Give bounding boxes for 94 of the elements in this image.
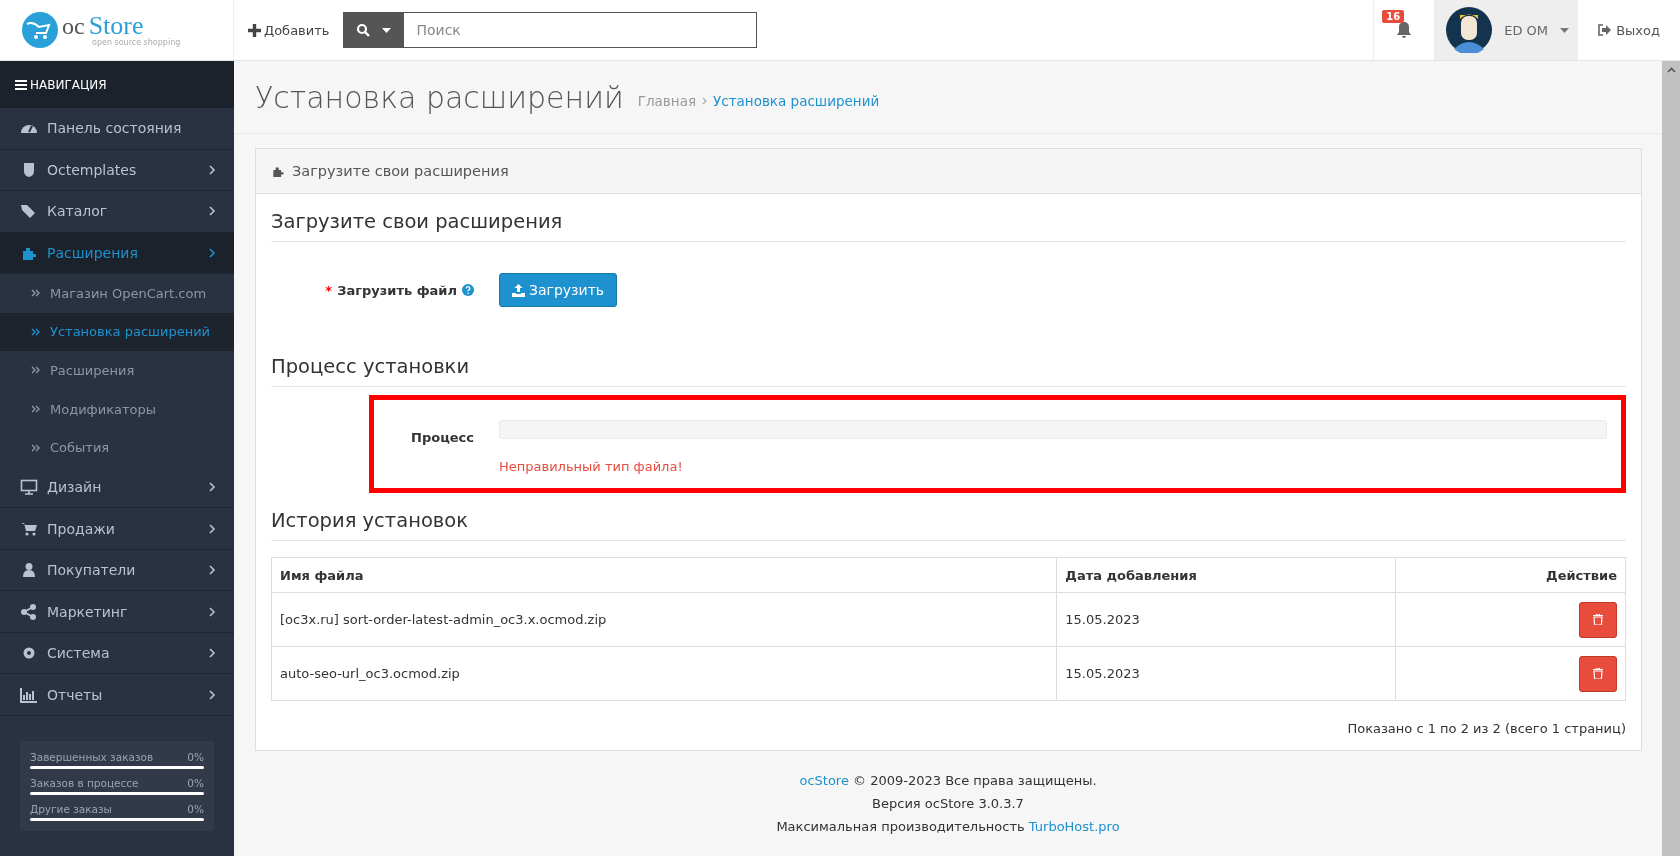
breadcrumb-separator-icon: [702, 97, 708, 105]
chevron-right-icon: [209, 565, 216, 576]
sidebar-subitem[interactable]: Расширения: [0, 351, 234, 390]
footer-link[interactable]: TurboHost.pro: [1028, 819, 1120, 834]
bell-icon: [1396, 21, 1413, 39]
sign-out-icon: [1598, 24, 1612, 36]
sidebar-item[interactable]: Система: [0, 632, 234, 675]
navigation-heading: НАВИГАЦИЯ: [0, 61, 234, 108]
stat-reading: 0%: [187, 776, 204, 789]
copyright-text: © 2009-2023 Все права защищены.: [853, 773, 1097, 788]
logo-cart-icon: [22, 12, 58, 48]
logo-tagline: open source shopping: [92, 39, 181, 47]
version-text: Версия ocStore 3.0.3.7: [871, 795, 1025, 813]
sidebar-item[interactable]: Расширения: [0, 232, 234, 274]
sidebar-item[interactable]: Покупатели: [0, 549, 234, 592]
user-menu[interactable]: ED OM: [1434, 0, 1579, 60]
share-icon: [20, 603, 38, 620]
double-chevron-icon: [31, 366, 40, 375]
tags-icon: [20, 203, 38, 220]
add-button[interactable]: Добавить: [244, 16, 334, 44]
sidebar-subitem[interactable]: Модификаторы: [0, 389, 234, 429]
chevron-right-icon: [209, 164, 216, 175]
monitor-icon: [20, 479, 38, 496]
breadcrumb-link[interactable]: Главная: [637, 93, 697, 109]
plus-icon: [248, 23, 261, 37]
sidebar-subitem[interactable]: События: [0, 428, 234, 467]
logo-text: Store: [88, 11, 144, 40]
stat-label: Завершенных заказов: [30, 750, 154, 763]
field-label: Процесс: [410, 429, 474, 447]
table-cell: [oc3x.ru] sort-order-latest-admin_oc3.x.ocmod.zip: [271, 592, 1057, 647]
help-icon[interactable]: [462, 284, 474, 296]
caret-icon: [381, 27, 391, 33]
search-icon: [355, 23, 370, 37]
column-header: Дата добавления: [1056, 557, 1396, 593]
search-field[interactable]: Поиск: [403, 12, 758, 48]
double-chevron-icon: [31, 289, 40, 298]
breadcrumb-link[interactable]: Установка расширений: [713, 93, 880, 109]
double-chevron-icon: [31, 443, 40, 452]
table-cell: 15.05.2023: [1056, 592, 1396, 647]
column-header: Имя файла: [271, 557, 1057, 593]
double-chevron-icon: [31, 327, 40, 336]
chevron-right-icon: [209, 689, 216, 700]
sidebar-subitem[interactable]: Установка расширений: [0, 312, 234, 352]
delete-button[interactable]: [1579, 655, 1617, 692]
scrollbar[interactable]: [1662, 61, 1680, 856]
page-title: Установка расширений: [255, 79, 624, 115]
chevron-right-icon: [209, 523, 216, 534]
stat-label: Другие заказы: [30, 802, 112, 815]
required-mark: *: [325, 282, 333, 298]
section-title: Процесс установки: [271, 355, 1626, 387]
avatar-silhouette-icon: [1446, 7, 1493, 53]
table-cell: auto-seo-url_oc3.ocmod.zip: [271, 646, 1057, 701]
scroll-up-icon[interactable]: [1666, 67, 1676, 73]
upload-icon: [512, 283, 525, 297]
trash-icon: [1593, 668, 1603, 679]
chevron-right-icon: [209, 247, 216, 258]
footer-text: Максимальная производительность: [776, 819, 1025, 834]
logo-text: oc: [62, 13, 85, 39]
sidebar-item[interactable]: Дизайн: [0, 466, 234, 509]
search-type-button[interactable]: [343, 12, 404, 48]
user-icon: [20, 562, 38, 579]
sidebar-subitem[interactable]: Магазин OpenCart.com: [0, 274, 234, 313]
double-chevron-icon: [31, 405, 40, 414]
trash-icon: [1593, 614, 1603, 625]
chevron-right-icon: [209, 606, 216, 617]
chevron-right-icon: [209, 206, 216, 217]
menu-icon: [15, 79, 27, 90]
stat-reading: 0%: [187, 802, 204, 815]
sidebar-item[interactable]: Octemplates: [0, 149, 234, 191]
logout-button[interactable]: Выход: [1578, 22, 1680, 38]
column-header: Действие: [1395, 557, 1626, 593]
delete-button[interactable]: [1579, 601, 1617, 638]
sidebar-item[interactable]: Продажи: [0, 508, 234, 550]
stat-reading: 0%: [187, 750, 204, 763]
section-title: Загрузите свои расширения: [271, 210, 1626, 242]
panel-heading: Загрузите свои расширения: [292, 163, 509, 179]
sidebar-item[interactable]: Маркетинг: [0, 591, 234, 633]
error-message: Неправильный тип файла!: [499, 459, 684, 474]
stat-label: Заказов в процессе: [30, 776, 139, 789]
field-label: Загрузить файл: [337, 282, 457, 298]
chevron-right-icon: [209, 482, 216, 493]
footer-link[interactable]: ocStore: [799, 773, 849, 788]
bar-chart-icon: [20, 686, 38, 703]
sidebar-item[interactable]: Отчеты: [0, 674, 234, 716]
caret-icon: [1560, 27, 1569, 33]
upload-button[interactable]: Загрузить: [499, 273, 618, 307]
chevron-right-icon: [209, 648, 216, 659]
sidebar-item[interactable]: Панель состояния: [0, 108, 234, 150]
section-title: История установок: [271, 509, 1626, 541]
cart-icon: [20, 520, 38, 537]
sidebar-item[interactable]: Каталог: [0, 191, 234, 233]
table-cell: 15.05.2023: [1056, 646, 1396, 701]
pagination-summary: Показано с 1 по 2 из 2 (всего 1 страниц): [1346, 720, 1626, 736]
notification-count: 16: [1382, 10, 1405, 23]
